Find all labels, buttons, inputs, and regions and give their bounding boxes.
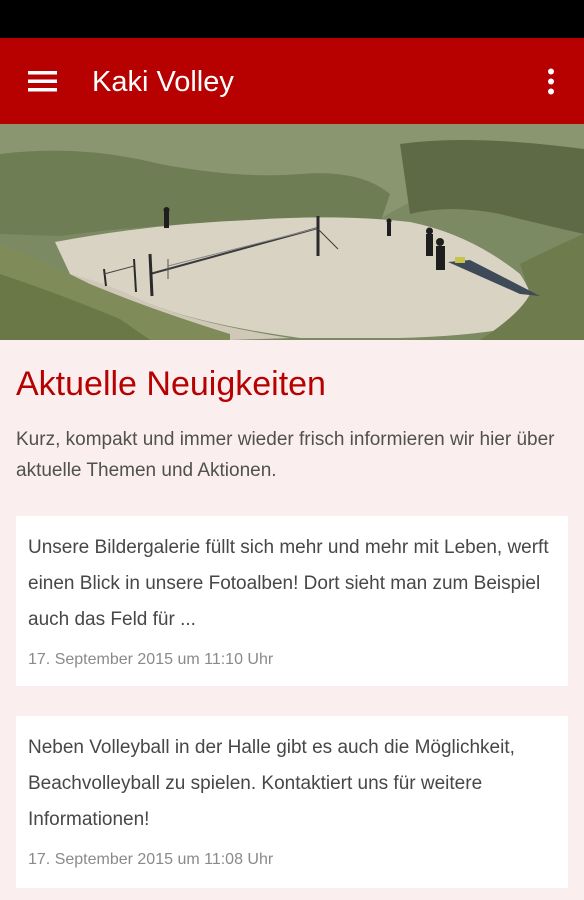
status-bar — [0, 0, 584, 38]
news-card-text: Neben Volleyball in der Halle gibt es au… — [28, 737, 515, 830]
hamburger-menu-icon — [28, 71, 57, 92]
news-card-text: Unsere Bildergalerie füllt sich mehr und… — [28, 537, 549, 630]
app-title: Kaki Volley — [92, 66, 234, 98]
news-card[interactable]: Unsere Bildergalerie füllt sich mehr und… — [16, 516, 568, 686]
hero-image — [0, 124, 584, 340]
news-card[interactable]: Neben Volleyball in der Halle gibt es au… — [16, 716, 568, 888]
section-title: Aktuelle Neuigkeiten — [16, 365, 326, 403]
app-bar: Kaki Volley — [0, 38, 584, 124]
intro-text: Kurz, kompakt und immer wieder frisch in… — [16, 429, 555, 481]
news-card-date: 17. September 2015 um 11:10 Uhr — [28, 651, 274, 668]
news-card-date: 17. September 2015 um 11:08 Uhr — [28, 851, 274, 868]
menu-button[interactable] — [22, 62, 62, 102]
overflow-menu-button[interactable] — [536, 62, 566, 102]
more-vertical-icon — [548, 68, 554, 95]
